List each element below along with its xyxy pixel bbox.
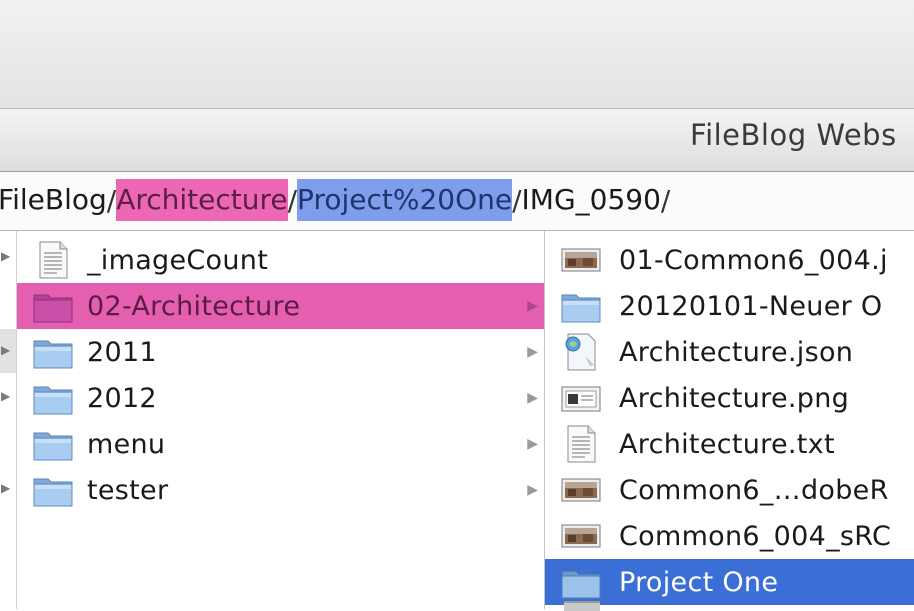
list-item-label: 01-Common6_004.j	[619, 244, 888, 276]
folder-icon	[31, 470, 75, 510]
list-item-2012[interactable]: 2012 ▶	[17, 375, 544, 421]
path-segment-fileblog[interactable]: FileBlog	[0, 179, 107, 221]
disclosure-arrow-icon: ▶	[1, 481, 11, 495]
folder-icon	[31, 332, 75, 372]
list-item-01-common6[interactable]: 01-Common6_004.j	[545, 237, 914, 283]
disclosure-arrow-icon: ▶	[1, 343, 11, 357]
list-item-label: menu	[87, 428, 166, 460]
list-item-architecture-txt[interactable]: Architecture.txt	[545, 421, 914, 467]
list-item-label: tester	[87, 474, 169, 506]
list-item-2011[interactable]: 2011 ▶	[17, 329, 544, 375]
list-item-label: 2012	[87, 382, 157, 414]
image-file-icon	[559, 470, 603, 510]
list-item-02-architecture[interactable]: 02-Architecture ▶	[17, 283, 544, 329]
folder-icon	[559, 562, 603, 602]
list-item-label: 2011	[87, 336, 157, 368]
disclosure-arrow-icon: ▶	[527, 298, 538, 314]
browser-column-02-architecture: 01-Common6_004.j 20120101-Neuer O Archit…	[545, 231, 914, 609]
path-segment-img-0590[interactable]: IMG_0590	[522, 179, 661, 221]
text-document-icon	[559, 424, 603, 464]
list-item-label: Project One	[619, 566, 779, 598]
list-item-label: Architecture.txt	[619, 428, 835, 460]
folder-icon	[31, 424, 75, 464]
path-breadcrumb: FileBlog / Architecture / Project%20One / IMG_…	[0, 179, 670, 221]
image-file-icon	[559, 516, 603, 556]
browser-column-previous[interactable]: ▶ ▶ ▶ ▶	[0, 231, 17, 609]
file-icon-partial	[564, 601, 600, 611]
path-segment-project-one[interactable]: Project%20One	[297, 179, 513, 221]
disclosure-arrow-icon: ▶	[1, 389, 11, 403]
path-separator: /	[287, 183, 298, 217]
list-item-common6-004-srgb[interactable]: Common6_004_sRC	[545, 513, 914, 559]
disclosure-arrow-icon: ▶	[1, 249, 11, 263]
disclosure-arrow-icon: ▶	[527, 436, 538, 452]
list-item-label: Common6_…dobeR	[619, 474, 889, 506]
image-file-icon	[559, 240, 603, 280]
path-segment-architecture[interactable]: Architecture	[116, 179, 288, 221]
list-item-20120101-neuer-ordner[interactable]: 20120101-Neuer O	[545, 283, 914, 329]
list-item-architecture-json[interactable]: Architecture.json	[545, 329, 914, 375]
list-item-imagecount[interactable]: _imageCount	[17, 237, 544, 283]
disclosure-arrow-icon: ▶	[527, 482, 538, 498]
png-file-icon	[559, 378, 603, 418]
list-item-label: _imageCount	[87, 244, 269, 276]
window-title: FileBlog Webs	[690, 118, 897, 152]
folder-icon	[31, 378, 75, 418]
json-file-icon	[559, 332, 603, 372]
list-item-common6-adober[interactable]: Common6_…dobeR	[545, 467, 914, 513]
list-item-project-one[interactable]: Project One	[545, 559, 914, 605]
disclosure-arrow-icon: ▶	[527, 344, 538, 360]
list-item-label: Architecture.json	[619, 336, 854, 368]
path-separator: /	[512, 183, 522, 217]
path-separator: /	[660, 183, 671, 217]
folder-icon	[559, 286, 603, 326]
window-toolbar-area	[0, 0, 914, 109]
list-item-tester[interactable]: tester ▶	[17, 467, 544, 513]
disclosure-arrow-icon: ▶	[527, 390, 538, 406]
list-item-architecture-png[interactable]: Architecture.png	[545, 375, 914, 421]
list-item-menu[interactable]: menu ▶	[17, 421, 544, 467]
browser-column-architecture: _imageCount 02-Architecture ▶ 2011 ▶ 201…	[17, 231, 545, 609]
folder-icon	[31, 286, 75, 326]
path-separator: /	[106, 183, 117, 217]
list-item-label: 20120101-Neuer O	[619, 290, 883, 322]
list-item-label: Common6_004_sRC	[619, 520, 892, 552]
text-document-icon	[31, 240, 75, 280]
list-item-label: Architecture.png	[619, 382, 850, 414]
list-item-label: 02-Architecture	[87, 290, 301, 322]
